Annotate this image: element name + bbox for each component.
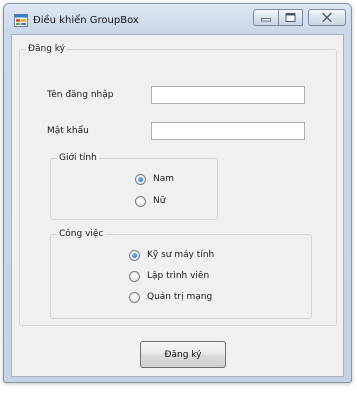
register-button[interactable]: Đăng ký (140, 341, 226, 368)
window-title: Điều khiển GroupBox (33, 15, 139, 26)
password-input[interactable] (151, 122, 305, 140)
radio-programmer[interactable] (129, 270, 140, 282)
title-bar[interactable]: Điều khiển GroupBox (4, 4, 351, 34)
register-group-title: Đăng ký (26, 44, 67, 55)
close-button[interactable] (308, 9, 346, 26)
gender-groupbox: Giới tính Nam Nữ (50, 153, 218, 220)
radio-computer-engineer-label: Kỹ sư máy tính (147, 250, 215, 260)
job-option-computer-engineer[interactable]: Kỹ sư máy tính (129, 248, 214, 262)
job-option-programmer[interactable]: Lập trình viên (129, 269, 209, 283)
job-groupbox: Công việc Kỹ sư máy tính Lập trình viên … (50, 229, 312, 319)
close-icon (321, 11, 333, 24)
minimize-button[interactable] (253, 9, 279, 26)
gender-option-female[interactable]: Nữ (135, 194, 165, 208)
windows-form-icon (14, 14, 28, 27)
radio-network-admin-label: Quản trị mạng (147, 292, 213, 302)
register-groupbox: Đăng ký Tên đăng nhập Mật khẩu Giới tính… (19, 44, 337, 326)
job-option-network-admin[interactable]: Quản trị mạng (129, 290, 212, 304)
main-window: Điều khiển GroupBox Đăng ký Tên đăng nhậ… (3, 3, 352, 383)
radio-network-admin[interactable] (129, 291, 140, 303)
radio-programmer-label: Lập trình viên (147, 271, 210, 281)
radio-female-label: Nữ (153, 196, 166, 206)
minimize-icon (261, 18, 271, 22)
job-group-title: Công việc (57, 229, 106, 240)
radio-female[interactable] (135, 195, 146, 207)
radio-male[interactable] (135, 173, 146, 185)
password-label: Mật khẩu (47, 126, 89, 136)
gender-option-male[interactable]: Nam (135, 172, 174, 186)
username-label: Tên đăng nhập (47, 90, 114, 100)
username-input[interactable] (151, 86, 305, 104)
radio-male-label: Nam (153, 174, 175, 184)
radio-computer-engineer[interactable] (129, 249, 140, 261)
gender-group-title: Giới tính (57, 153, 99, 164)
maximize-button[interactable] (278, 9, 303, 26)
maximize-icon (285, 13, 296, 22)
form-client-area: Đăng ký Tên đăng nhập Mật khẩu Giới tính… (11, 34, 344, 377)
